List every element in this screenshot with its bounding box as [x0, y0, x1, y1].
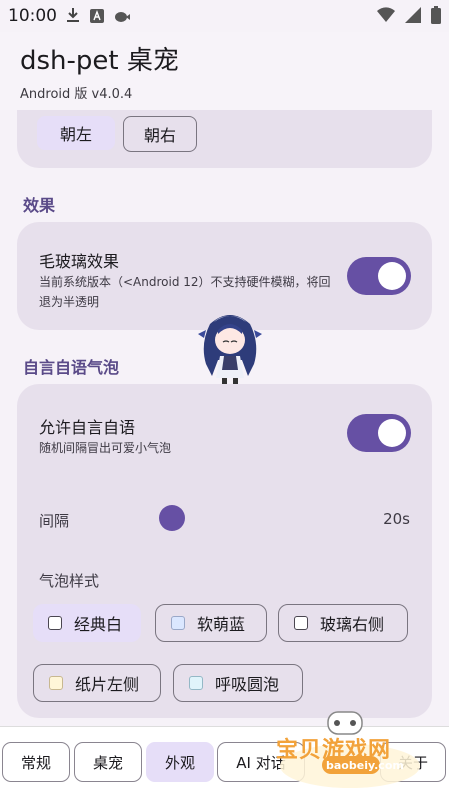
signal-icon — [405, 7, 421, 27]
style-chip-breathing-round[interactable]: 呼吸圆泡 — [173, 664, 303, 702]
status-bar: 10:00 — [0, 0, 449, 32]
nav-tab-pet[interactable]: 桌宠 — [74, 742, 142, 782]
download-icon — [66, 7, 80, 27]
face-right-button[interactable]: 朝右 — [123, 116, 197, 152]
direction-card: 朝左 朝右 — [17, 110, 432, 168]
interval-slider-thumb[interactable] — [159, 505, 185, 531]
settings-scroll-area[interactable]: 朝左 朝右 效果 毛玻璃效果 当前系统版本（<Android 12）不支持硬件模… — [0, 110, 449, 725]
app-version: Android 版 v4.0.4 — [20, 87, 133, 102]
interval-label: 间隔 — [39, 512, 70, 530]
checkbox-icon — [48, 616, 62, 630]
allow-bubble-desc: 随机间隔冒出可爱小气泡 — [39, 441, 172, 455]
chip-label: 纸片左侧 — [75, 675, 140, 694]
camera-icon — [114, 8, 130, 27]
checkbox-icon — [294, 616, 308, 630]
watermark-url: baobeiy.com — [326, 759, 404, 772]
checkbox-icon — [49, 676, 63, 690]
face-left-button[interactable]: 朝左 — [37, 116, 115, 150]
checkbox-icon — [171, 616, 185, 630]
style-chip-soft-blue[interactable]: 软萌蓝 — [155, 604, 267, 642]
glass-effect-title: 毛玻璃效果 — [39, 252, 120, 271]
switch-knob — [378, 419, 406, 447]
allow-bubble-title: 允许自言自语 — [39, 418, 136, 437]
style-chip-glass-right[interactable]: 玻璃右侧 — [278, 604, 408, 642]
battery-icon — [431, 6, 441, 28]
wifi-icon — [377, 7, 395, 27]
nav-tab-appearance[interactable]: 外观 — [146, 742, 214, 782]
style-chip-paper-left[interactable]: 纸片左侧 — [33, 664, 161, 702]
allow-bubble-switch[interactable] — [347, 414, 411, 452]
switch-knob — [378, 262, 406, 290]
style-chip-classic-white[interactable]: 经典白 — [33, 604, 141, 642]
app-bar: dsh-pet 桌宠 Android 版 v4.0.4 — [0, 32, 449, 110]
status-time: 10:00 — [8, 6, 57, 26]
font-app-icon — [90, 8, 104, 27]
nav-tab-general[interactable]: 常规 — [2, 742, 70, 782]
chip-label: 软萌蓝 — [197, 615, 246, 634]
glass-effect-switch[interactable] — [347, 257, 411, 295]
app-title: dsh-pet 桌宠 — [20, 46, 179, 76]
watermark-logo: 宝贝游戏网 baobeiy.com — [270, 708, 430, 790]
bubble-card: 允许自言自语 随机间隔冒出可爱小气泡 间隔 20s 气泡样式 经典白 软萌蓝 玻… — [17, 384, 432, 718]
chip-label: 玻璃右侧 — [320, 615, 385, 634]
section-bubble: 自言自语气泡 — [23, 358, 120, 377]
desktop-pet-sprite[interactable] — [196, 304, 264, 386]
interval-value: 20s — [383, 510, 410, 528]
glass-effect-desc: 当前系统版本（<Android 12）不支持硬件模糊，将回退为半透明 — [39, 275, 331, 309]
chip-label: 呼吸圆泡 — [215, 675, 280, 694]
bubble-style-label: 气泡样式 — [39, 572, 100, 590]
chip-label: 经典白 — [74, 615, 123, 634]
checkbox-icon — [189, 676, 203, 690]
section-effects: 效果 — [23, 196, 56, 215]
